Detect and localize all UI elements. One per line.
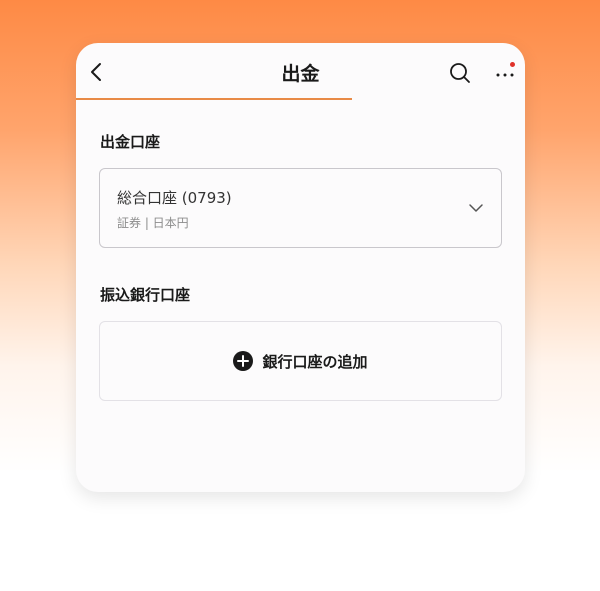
tab-underline <box>76 98 352 100</box>
withdrawal-account-label: 出金口座 <box>100 133 161 151</box>
search-icon <box>450 63 470 83</box>
plus-circle-icon <box>233 351 254 371</box>
withdraw-card: 出金 出金口座 総合口座 (0793) 証券 | 日本円 振込銀行口座 銀行口座… <box>76 43 525 492</box>
chevron-down-icon <box>469 204 483 212</box>
add-bank-account-label: 銀行口座の追加 <box>262 352 368 371</box>
more-button[interactable] <box>494 62 516 83</box>
header: 出金 <box>76 43 525 100</box>
notification-badge <box>510 62 515 67</box>
account-name: 総合口座 (0793) <box>117 189 232 207</box>
account-sub: 証券 | 日本円 <box>117 216 189 230</box>
bank-account-label: 振込銀行口座 <box>100 286 191 304</box>
add-bank-account-button[interactable]: 銀行口座の追加 <box>99 321 502 401</box>
search-button[interactable] <box>449 62 471 84</box>
withdrawal-account-select[interactable]: 総合口座 (0793) 証券 | 日本円 <box>99 168 502 248</box>
